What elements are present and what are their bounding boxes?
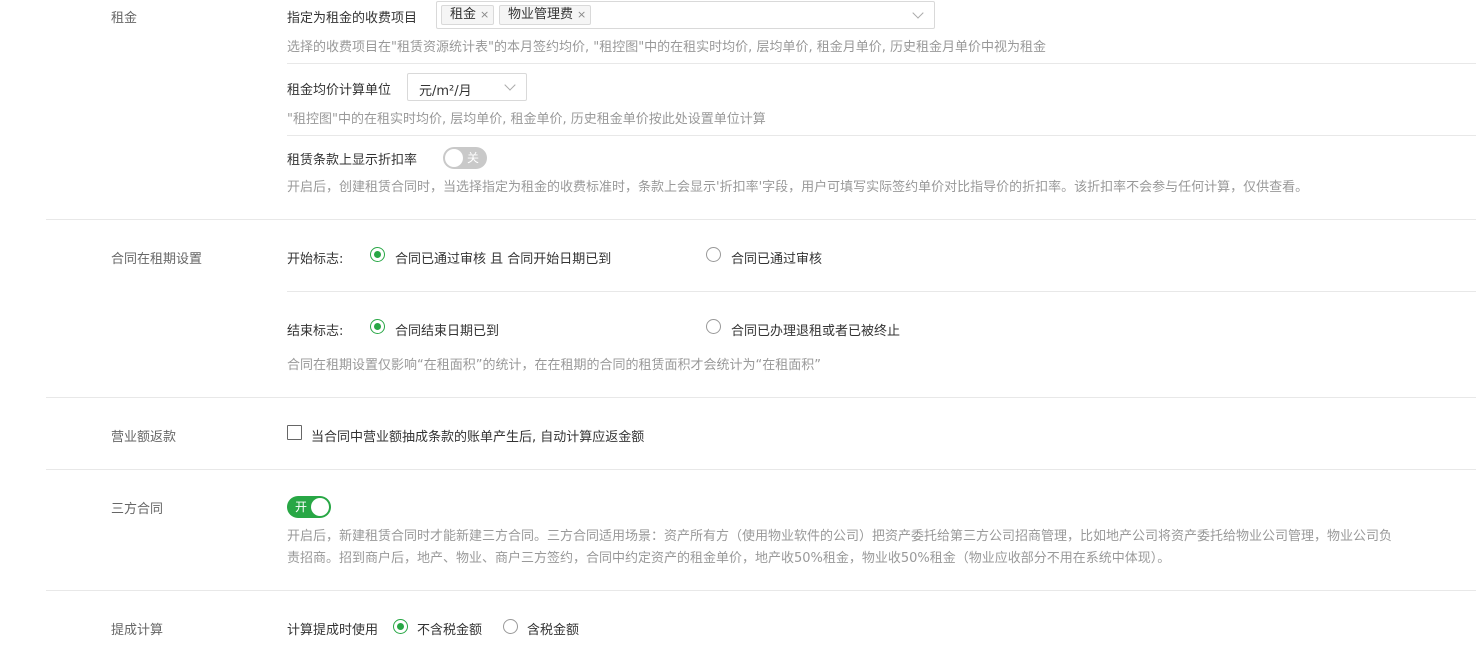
fee-tag-rent: 租金 × xyxy=(441,5,495,25)
divider xyxy=(287,135,1476,136)
lease-term-help: 合同在租期设置仅影响“在租面积”的统计，在在租期的合同的租赁面积才会统计为“在租… xyxy=(287,358,821,373)
revenue-refund-section-label: 营业额返款 xyxy=(111,430,177,445)
lease-term-section-label: 合同在租期设置 xyxy=(111,252,203,267)
section-divider xyxy=(46,469,1476,470)
unit-help: "租控图"中的在租实时均价, 层均单价, 租金单价, 历史租金单价按此处设置单位… xyxy=(287,112,766,127)
auto-refund-label[interactable]: 当合同中营业额抽成条款的账单产生后, 自动计算应返金额 xyxy=(311,426,644,445)
section-divider xyxy=(46,219,1476,220)
commission-option-radio-2[interactable] xyxy=(503,619,518,634)
switch-knob xyxy=(311,498,329,516)
commission-section-label: 提成计算 xyxy=(111,623,164,638)
fee-items-label: 指定为租金的收费项目 xyxy=(287,11,418,26)
close-icon[interactable]: × xyxy=(480,8,489,21)
start-option-radio-1[interactable] xyxy=(370,247,385,262)
auto-refund-checkbox[interactable] xyxy=(287,425,302,440)
start-option-radio-2[interactable] xyxy=(706,247,721,262)
end-option-label-2[interactable]: 合同已办理退租或者已被终止 xyxy=(731,320,900,339)
unit-select[interactable]: 元/m²/月 xyxy=(407,73,527,101)
tripartite-help-line-1: 开启后，新建租赁合同时才能新建三方合同。三方合同适用场景：资产所有方（使用物业软… xyxy=(287,529,1393,544)
divider xyxy=(287,291,1476,292)
fee-items-select[interactable]: 租金 × 物业管理费 × xyxy=(436,1,935,29)
close-icon[interactable]: × xyxy=(577,8,586,21)
commission-label: 计算提成时使用 xyxy=(287,623,379,638)
discount-label: 租赁条款上显示折扣率 xyxy=(287,153,418,168)
end-option-radio-1[interactable] xyxy=(370,319,385,334)
discount-help: 开启后，创建租赁合同时，当选择指定为租金的收费标准时，条款上会显示'折扣率'字段… xyxy=(287,180,1309,195)
unit-label: 租金均价计算单位 xyxy=(287,83,392,98)
end-option-label-1[interactable]: 合同结束日期已到 xyxy=(395,320,499,339)
start-option-label-1[interactable]: 合同已通过审核 且 合同开始日期已到 xyxy=(395,248,611,267)
rent-section-label: 租金 xyxy=(111,11,138,26)
fee-tag-label: 物业管理费 xyxy=(508,7,574,22)
divider xyxy=(287,63,1476,64)
tripartite-switch[interactable]: 开 xyxy=(287,496,331,518)
tripartite-help-line-2: 责招商。招到商户后，地产、物业、商户三方签约，合同中约定资产的租金单价，地产收5… xyxy=(287,551,1171,566)
section-divider xyxy=(46,590,1476,591)
section-divider xyxy=(46,397,1476,398)
commission-option-label-1[interactable]: 不含税金额 xyxy=(417,619,482,638)
end-option-radio-2[interactable] xyxy=(706,319,721,334)
chevron-down-icon xyxy=(912,7,924,19)
start-flag-label: 开始标志: xyxy=(287,252,344,267)
start-option-label-2[interactable]: 合同已通过审核 xyxy=(731,248,822,267)
switch-label: 关 xyxy=(467,151,480,165)
commission-option-radio-1[interactable] xyxy=(393,619,408,634)
tripartite-section-label: 三方合同 xyxy=(111,502,164,517)
switch-knob xyxy=(445,149,463,167)
unit-value: 元/m²/月 xyxy=(419,84,472,99)
switch-label: 开 xyxy=(295,500,308,514)
fee-tag-property-fee: 物业管理费 × xyxy=(499,5,592,25)
chevron-down-icon xyxy=(504,79,516,91)
discount-switch[interactable]: 关 xyxy=(443,147,487,169)
fee-items-help: 选择的收费项目在"租赁资源统计表"的本月签约均价, "租控图"中的在租实时均价,… xyxy=(287,40,1046,55)
fee-tag-label: 租金 xyxy=(450,7,477,22)
commission-option-label-2[interactable]: 含税金额 xyxy=(527,619,579,638)
end-flag-label: 结束标志: xyxy=(287,324,344,339)
